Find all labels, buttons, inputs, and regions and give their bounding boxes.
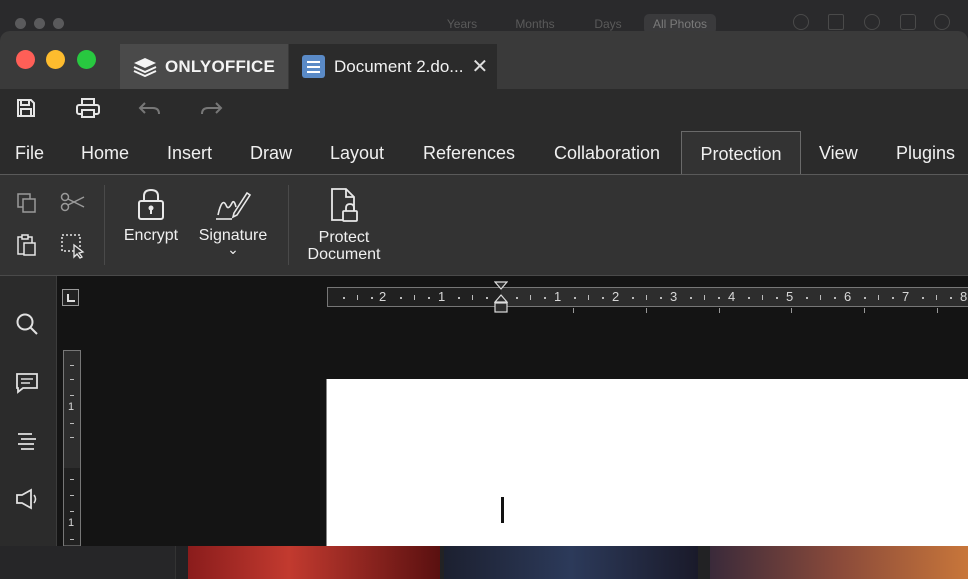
signature-icon xyxy=(216,191,252,220)
document-work-area: 2 1 1 2 3 4 5 6 7 8 1 1 xyxy=(57,276,968,546)
menu-bar: File Home Insert Draw Layout References … xyxy=(0,131,968,175)
menu-layout[interactable]: Layout xyxy=(330,131,384,175)
document-icon xyxy=(302,55,325,78)
signature-button[interactable]: Signature ⌄ xyxy=(194,187,272,256)
menu-references[interactable]: References xyxy=(423,131,515,175)
ruler-label: 5 xyxy=(786,289,794,304)
left-panel xyxy=(0,276,57,546)
menu-insert[interactable]: Insert xyxy=(167,131,212,175)
protect-label-line1: Protect xyxy=(318,229,370,246)
encrypt-button[interactable]: Encrypt xyxy=(118,187,184,244)
bg-zoom-light xyxy=(53,18,64,29)
vertical-ruler-label: 1 xyxy=(68,401,75,413)
search-icon[interactable] xyxy=(14,311,40,337)
toolbar-separator xyxy=(288,185,289,265)
comment-icon[interactable] xyxy=(14,370,40,396)
signature-dropdown-icon[interactable]: ⌄ xyxy=(194,242,272,256)
cut-icon[interactable] xyxy=(60,191,86,217)
ruler-label: 8 xyxy=(960,289,968,304)
ruler-label: 7 xyxy=(902,289,910,304)
window-zoom-button[interactable] xyxy=(77,50,96,69)
ruler-label: 1 xyxy=(438,289,446,304)
ruler-label: 1 xyxy=(554,289,562,304)
bg-share-icon xyxy=(828,14,844,30)
menu-view[interactable]: View xyxy=(819,131,858,175)
tab-onlyoffice-home[interactable]: ONLYOFFICE xyxy=(120,44,288,89)
toolbar-separator xyxy=(104,185,105,265)
brand-name: ONLYOFFICE xyxy=(165,56,275,76)
menu-protection[interactable]: Protection xyxy=(681,131,801,175)
undo-icon[interactable] xyxy=(137,97,163,123)
indent-marker-icon[interactable] xyxy=(494,281,508,314)
text-cursor xyxy=(501,497,504,523)
document-page[interactable] xyxy=(326,379,968,546)
navigation-icon[interactable] xyxy=(14,428,40,454)
horizontal-ruler[interactable]: 2 1 1 2 3 4 5 6 7 8 xyxy=(327,281,968,313)
title-bar: ONLYOFFICE Document 2.do... ✕ xyxy=(0,31,968,89)
protect-document-button[interactable]: Protect Document xyxy=(302,187,386,263)
save-icon[interactable] xyxy=(13,97,39,123)
onlyoffice-logo-icon xyxy=(133,57,157,77)
bg-info-icon xyxy=(793,14,809,30)
window-minimize-button[interactable] xyxy=(46,50,65,69)
window-close-button[interactable] xyxy=(16,50,35,69)
bg-photo-3 xyxy=(710,545,968,579)
feedback-icon[interactable] xyxy=(14,486,40,512)
bg-search-icon xyxy=(934,14,950,30)
ruler-label: 2 xyxy=(379,289,387,304)
paste-icon[interactable] xyxy=(14,233,40,259)
copy-icon[interactable] xyxy=(14,192,40,218)
bg-heart-icon xyxy=(864,14,880,30)
ruler-label: 4 xyxy=(728,289,736,304)
lock-icon xyxy=(138,188,164,220)
bg-close-light xyxy=(15,18,26,29)
menu-home[interactable]: Home xyxy=(81,131,129,175)
ruler-label: 6 xyxy=(844,289,852,304)
document-tab-title: Document 2.do... xyxy=(334,56,464,76)
tab-stop-selector[interactable] xyxy=(62,289,79,306)
bg-minimize-light xyxy=(34,18,45,29)
redo-icon[interactable] xyxy=(198,97,224,123)
bg-photo-1 xyxy=(188,545,440,579)
menu-file[interactable]: File xyxy=(15,131,44,175)
onlyoffice-window: ONLYOFFICE Document 2.do... ✕ File Home … xyxy=(0,31,968,546)
ruler-label: 2 xyxy=(612,289,620,304)
print-icon[interactable] xyxy=(75,97,101,123)
protect-document-icon xyxy=(331,188,358,222)
encrypt-label: Encrypt xyxy=(123,227,179,244)
tab-document[interactable]: Document 2.do... ✕ xyxy=(289,44,497,89)
quick-access-toolbar xyxy=(0,89,968,131)
menu-collaboration[interactable]: Collaboration xyxy=(554,131,660,175)
bg-photo-2 xyxy=(444,545,698,579)
vertical-ruler-label: 1 xyxy=(68,517,75,529)
select-all-icon[interactable] xyxy=(60,233,86,259)
bg-rotate-icon xyxy=(900,14,916,30)
ruler-label: 3 xyxy=(670,289,678,304)
protection-toolbar: Encrypt Signature ⌄ Protect Document xyxy=(0,175,968,276)
vertical-ruler[interactable]: 1 1 xyxy=(63,350,81,546)
menu-draw[interactable]: Draw xyxy=(250,131,292,175)
close-tab-icon[interactable]: ✕ xyxy=(471,57,488,77)
menu-plugins[interactable]: Plugins xyxy=(896,131,955,175)
protect-label-line2: Document xyxy=(307,246,381,263)
